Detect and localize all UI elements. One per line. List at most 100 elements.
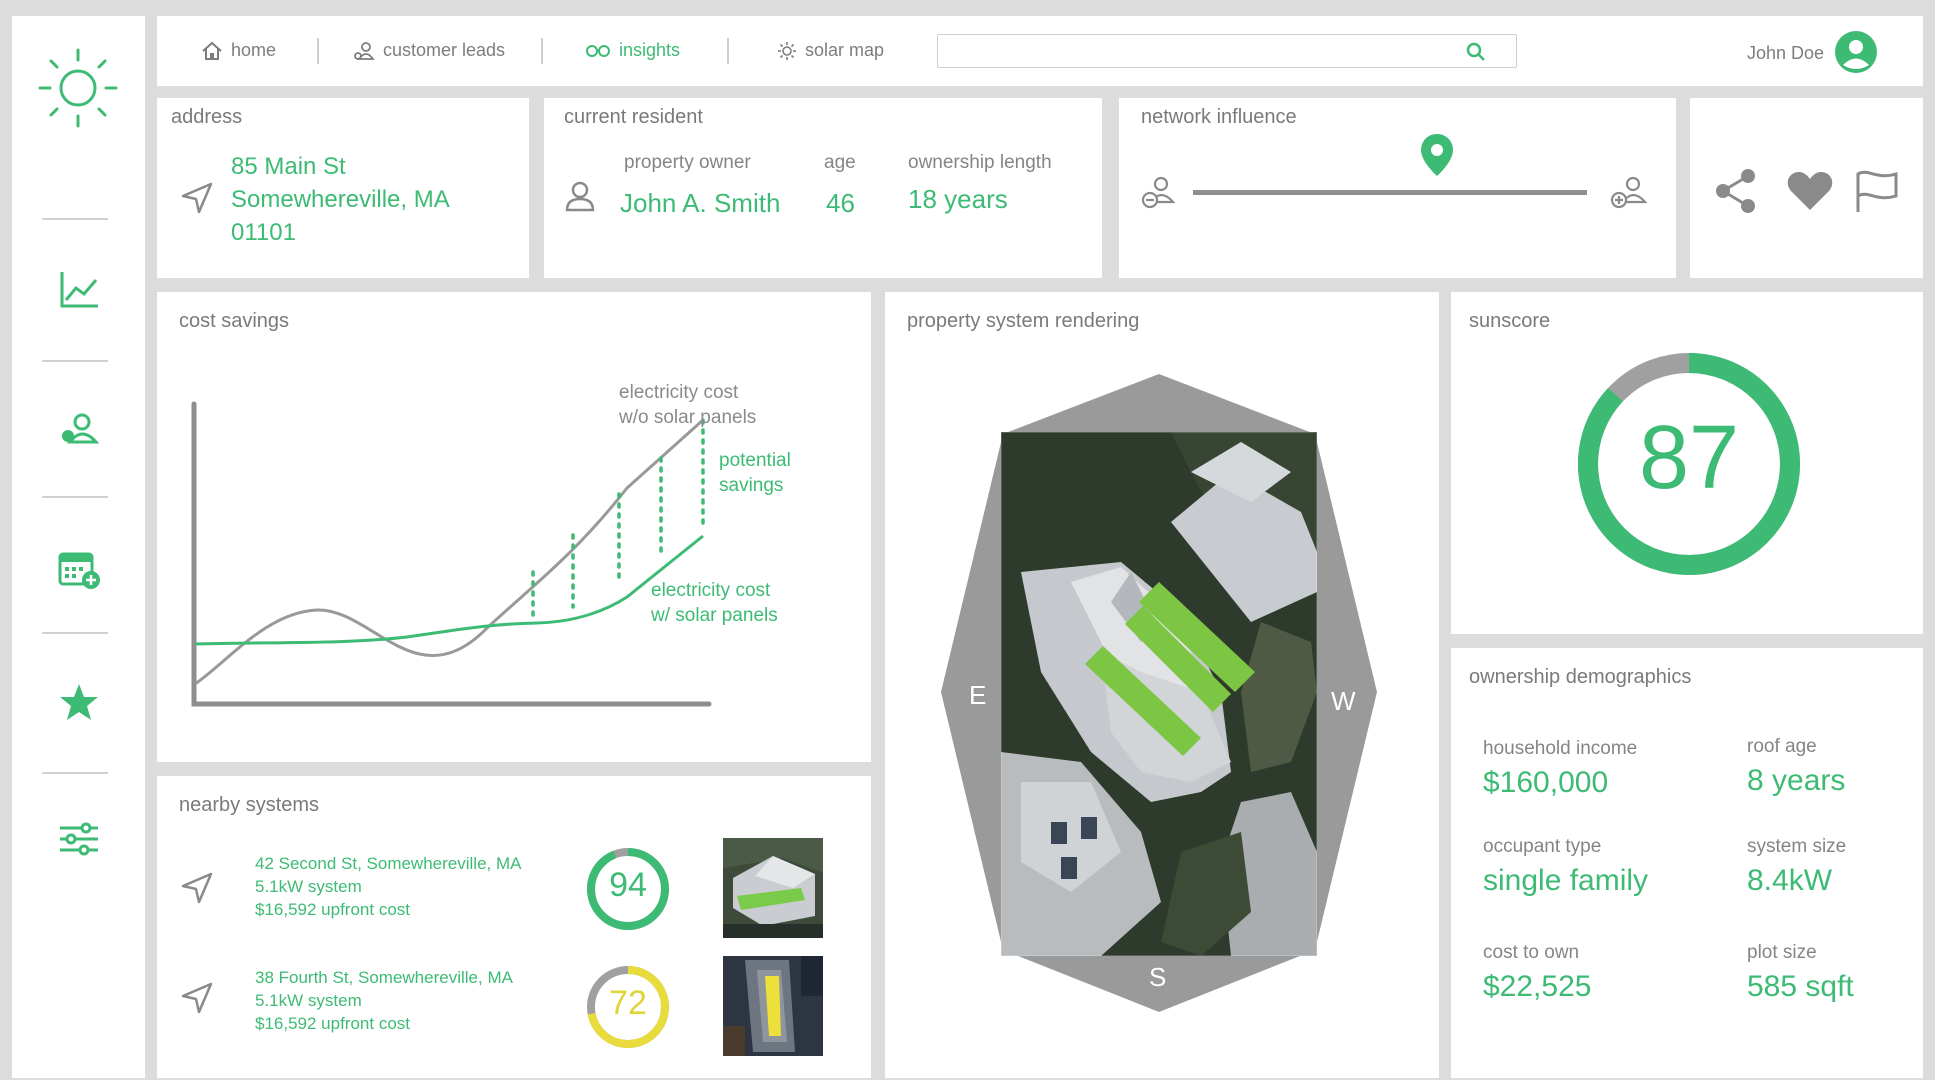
nav-insights-label: insights [619,40,681,60]
person-remove-icon[interactable] [1141,174,1177,210]
nearby-cost: $16,592 upfront cost [255,1014,411,1033]
sliders-icon[interactable] [56,816,102,862]
system-size-value: 8.4kW [1747,864,1833,897]
nearby-roof-thumbnail[interactable] [723,838,823,938]
address-panel: address 85 Main St Somewhereville, MA 01… [157,98,529,278]
nearby-address: 38 Fourth St, Somewhereville, MA [255,968,513,987]
plot-size-label: plot size [1747,942,1817,963]
people-icon [354,41,375,60]
ownership-length-value: 18 years [908,184,1008,214]
aerial-roof-image[interactable] [1001,432,1317,956]
cost-with-solar-line [194,534,704,646]
panel-title: ownership demographics [1469,666,1692,688]
household-income-value: $160,000 [1483,766,1609,799]
ownership-demographics-panel: ownership demographics household income … [1451,648,1923,1078]
glasses-icon [586,44,610,57]
top-navigation-bar: home customer leads insights solar map J… [157,16,1923,86]
owner-value: John A. Smith [620,188,781,218]
search-input[interactable] [946,39,1446,63]
search-box [937,34,1517,68]
user-avatar-icon [1835,31,1877,73]
panel-title: current resident [564,106,703,128]
roof-age-value: 8 years [1747,764,1846,797]
compass-west-label: W [1331,686,1356,716]
cost-without-solar-line [194,418,705,686]
address-line2: Somewhereville, MA [231,186,450,213]
nearby-score: 72 [609,984,647,1022]
compass-east-label: E [969,680,987,710]
avatar[interactable] [1834,30,1878,74]
sidebar [12,16,145,1078]
user-name[interactable]: John Doe [1747,43,1824,64]
compass-south-label: S [1149,962,1167,992]
plot-size-value: 585 sqft [1747,970,1854,1003]
nav-divider [727,38,729,64]
navigation-arrow-icon[interactable] [181,182,213,214]
nav-divider [541,38,543,64]
nearby-roof-thumbnail[interactable] [723,956,823,1056]
flag-icon[interactable] [1854,170,1900,214]
address-line1: 85 Main St [231,153,346,180]
leads-icon[interactable] [56,406,102,452]
sidebar-divider [42,496,108,498]
owner-label: property owner [624,152,751,173]
nav-solar-map-label: solar map [805,40,885,60]
cost-savings-chart [191,401,712,707]
label-cost-without-solar: electricity cost w/o solar panels [619,382,757,428]
sun-logo-icon[interactable] [36,46,120,130]
sidebar-divider [42,632,108,634]
nearby-system: 5.1kW system [255,877,362,896]
household-income-label: household income [1483,738,1638,759]
cost-to-own-label: cost to own [1483,942,1580,963]
heart-icon[interactable] [1786,170,1834,212]
panel-title: nearby systems [179,794,320,816]
chart-axes [191,401,712,707]
nearby-address: 42 Second St, Somewhereville, MA [255,854,522,873]
occupant-type-value: single family [1483,864,1649,897]
nav-solar-map[interactable]: solar map [777,40,884,61]
sun-icon [778,41,796,60]
sidebar-divider [42,772,108,774]
nav-customer-leads[interactable]: customer leads [353,40,505,61]
property-rendering-panel: property system rendering E W S [885,292,1439,1078]
chart-icon[interactable] [56,266,102,312]
home-icon [202,41,222,60]
calendar-add-icon[interactable] [56,546,102,592]
network-slider-track[interactable] [1193,190,1587,195]
age-label: age [824,152,856,173]
nav-customer-leads-label: customer leads [383,40,506,60]
nearby-cost: $16,592 upfront cost [255,900,411,919]
nearby-systems-panel: nearby systems 42 Second St, Somewherevi… [157,776,871,1078]
navigation-arrow-icon[interactable] [181,982,213,1014]
nearby-system: 5.1kW system [255,991,362,1010]
system-size-label: system size [1747,836,1847,857]
network-influence-panel: network influence [1119,98,1676,278]
person-add-icon[interactable] [1609,174,1649,210]
nav-insights[interactable]: insights [585,40,680,61]
nav-home-label: home [231,40,277,60]
ownership-length-label: ownership length [908,152,1052,173]
cost-to-own-value: $22,525 [1483,970,1592,1003]
location-pin-icon[interactable] [1419,132,1455,178]
search-icon[interactable] [1466,42,1486,62]
actions-panel [1690,98,1923,278]
share-icon[interactable] [1714,168,1758,214]
roof-age-label: roof age [1747,736,1817,757]
sunscore-panel: sunscore 87 [1451,292,1923,634]
sidebar-divider [42,218,108,220]
star-icon[interactable] [56,680,102,726]
age-value: 46 [826,188,855,218]
sunscore-value: 87 [1638,408,1740,508]
label-potential-savings: potential savings [719,450,791,496]
panel-title: network influence [1141,106,1297,128]
nav-home[interactable]: home [201,40,276,61]
panel-title: address [171,106,243,128]
occupant-type-label: occupant type [1483,836,1602,857]
navigation-arrow-icon[interactable] [181,872,213,904]
nearby-score: 94 [609,866,647,904]
cost-savings-panel: cost savings electricity cost w/o solar p… [157,292,871,762]
sidebar-divider [42,360,108,362]
current-resident-panel: current resident property owner John A. … [544,98,1102,278]
person-icon [565,181,595,212]
panel-title: sunscore [1469,310,1551,332]
